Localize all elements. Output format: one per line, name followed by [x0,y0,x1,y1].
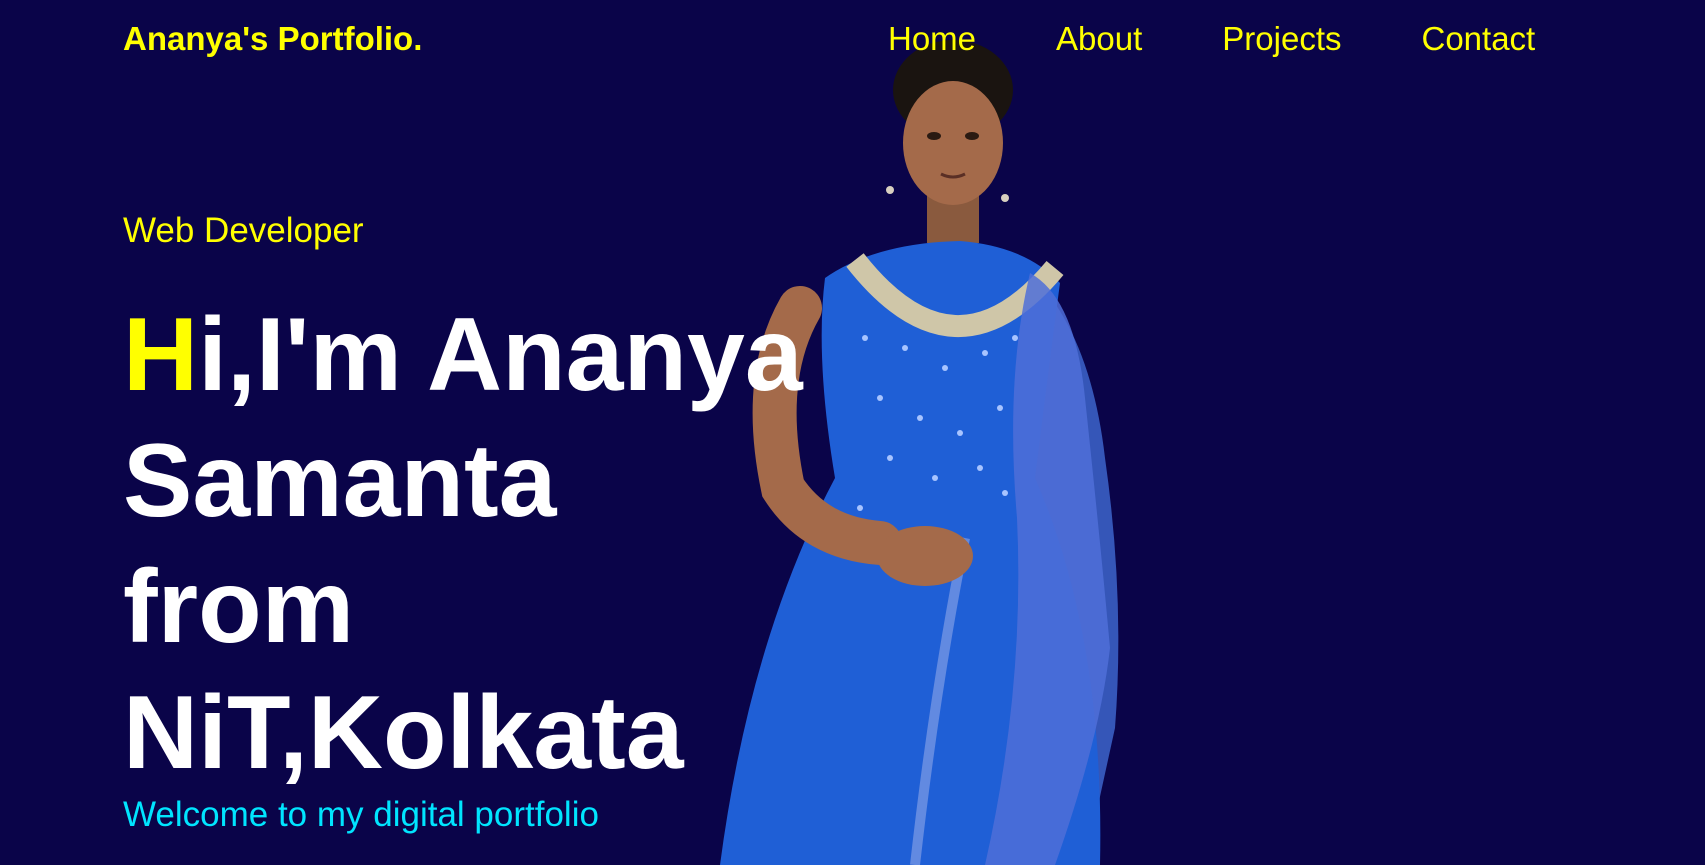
headline-line-1-rest: i,I'm Ananya [198,297,803,413]
nav-about-link[interactable]: About [1056,20,1142,58]
headline-line-2: Samanta [123,423,557,539]
nav-projects-link[interactable]: Projects [1222,20,1341,58]
headline-line-1: Hi,I'm Ananya [123,292,803,418]
hero-role: Web Developer [123,211,364,250]
nav-home-link[interactable]: Home [888,20,976,58]
hero-headline: Hi,I'm Ananya Samanta from NiT,Kolkata [123,292,803,796]
portrait-face [903,81,1003,205]
nav-contact-link[interactable]: Contact [1422,20,1536,58]
headline-line-4: NiT,Kolkata [123,675,684,791]
site-brand[interactable]: Ananya's Portfolio. [123,20,422,58]
hero-welcome-text: Welcome to my digital portfolio [123,795,599,834]
headline-line-3: from [123,549,355,665]
main-nav: Home About Projects Contact [888,20,1535,58]
headline-accent-letter: H [123,297,199,413]
portrait-hands [877,526,973,586]
